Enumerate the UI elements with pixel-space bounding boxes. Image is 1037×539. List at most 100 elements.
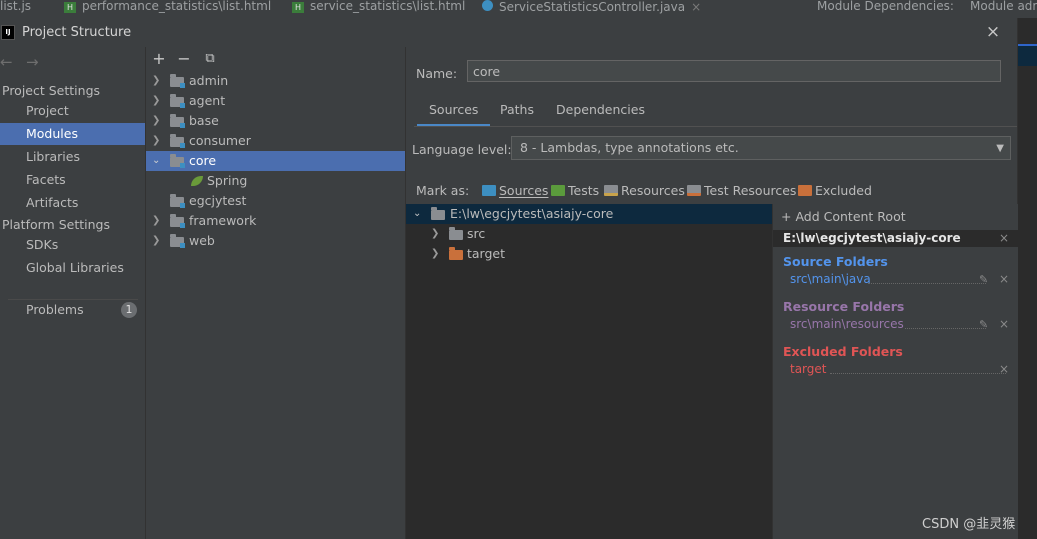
tab-paths[interactable]: Paths xyxy=(488,94,546,126)
mark-as-excluded-button[interactable]: Excluded xyxy=(798,183,872,198)
mark-label: Sources xyxy=(499,183,549,198)
close-icon[interactable]: × xyxy=(471,0,472,13)
tests-folder-icon xyxy=(551,185,565,196)
source-folder-path: src\main\java xyxy=(790,272,1000,286)
module-name-input[interactable] xyxy=(467,60,1001,82)
mark-label: Excluded xyxy=(815,183,872,198)
mark-as-resources-button[interactable]: Resources xyxy=(604,183,685,198)
tab-dependencies[interactable]: Dependencies xyxy=(544,94,657,126)
excluded-folders-title: Excluded Folders xyxy=(783,344,903,359)
nav-item-sdks[interactable]: SDKs xyxy=(0,234,145,256)
excluded-folder-icon xyxy=(449,247,463,260)
bg-tab-controller-java[interactable]: ServiceStatisticsController.java × xyxy=(482,0,722,18)
tab-sources[interactable]: Sources xyxy=(417,94,491,127)
bg-tab-label: service_statistics\list.html xyxy=(310,0,466,13)
mark-as-test-resources-button[interactable]: Test Resources xyxy=(687,183,796,198)
facet-row-spring[interactable]: Spring xyxy=(146,171,405,191)
dotted-leader xyxy=(868,282,986,284)
content-root-tree: ⌄ E:\lw\egcjytest\asiajy-core ❯ src ❯ ta… xyxy=(406,204,772,539)
nav-item-modules[interactable]: Modules xyxy=(0,123,145,145)
folder-icon xyxy=(431,207,445,220)
nav-item-global-libraries[interactable]: Global Libraries xyxy=(0,257,145,279)
chevron-right-icon[interactable]: ❯ xyxy=(431,224,441,244)
tab-strip-divider xyxy=(414,126,1017,127)
mark-label: Tests xyxy=(568,183,600,198)
add-module-button[interactable]: + xyxy=(152,51,166,67)
remove-folder-icon[interactable]: × xyxy=(999,317,1009,331)
module-row-consumer[interactable]: ❯ consumer xyxy=(146,131,405,151)
dotted-leader xyxy=(830,372,1006,374)
copy-module-button[interactable]: ⧉ xyxy=(203,51,217,67)
remove-module-button[interactable]: − xyxy=(177,51,191,67)
module-tree-panel: + − ⧉ ❯ admin ❯ agent ❯ base ❯ consumer … xyxy=(146,47,406,539)
source-folders-title: Source Folders xyxy=(783,254,888,269)
nav-item-artifacts[interactable]: Artifacts xyxy=(0,192,145,214)
platform-settings-header: Platform Settings xyxy=(2,217,110,232)
module-row-base[interactable]: ❯ base xyxy=(146,111,405,131)
module-label: agent xyxy=(189,93,226,108)
module-row-framework[interactable]: ❯ framework xyxy=(146,211,405,231)
module-row-web[interactable]: ❯ web xyxy=(146,231,405,251)
resources-folder-icon xyxy=(604,185,618,196)
watermark-text: CSDN @韭灵猴 xyxy=(922,517,1016,532)
chevron-right-icon[interactable]: ❯ xyxy=(431,244,441,264)
chevron-right-icon[interactable]: ❯ xyxy=(152,71,162,91)
dotted-leader xyxy=(905,327,986,329)
module-label: web xyxy=(189,233,215,248)
chevron-right-icon[interactable]: ❯ xyxy=(152,231,162,251)
nav-item-project[interactable]: Project xyxy=(0,100,145,122)
bg-tab-service-list[interactable]: Hservice_statistics\list.html × xyxy=(292,0,472,18)
mark-as-sources-button[interactable]: Sources xyxy=(482,183,548,198)
content-root-path: E:\lw\egcjytest\asiajy-core xyxy=(450,206,614,221)
tree-label: src xyxy=(467,226,486,241)
dialog-close-button[interactable]: × xyxy=(984,22,1002,42)
chevron-down-icon[interactable]: ⌄ xyxy=(152,151,162,171)
tree-row-target[interactable]: ❯ target xyxy=(406,244,772,264)
module-row-admin[interactable]: ❯ admin xyxy=(146,71,405,91)
chevron-right-icon[interactable]: ❯ xyxy=(152,91,162,111)
nav-item-libraries[interactable]: Libraries xyxy=(0,146,145,168)
module-folder-icon xyxy=(170,154,185,168)
bg-tab-label: list.js xyxy=(0,0,32,13)
chevron-right-icon[interactable]: ❯ xyxy=(152,131,162,151)
folder-path-text: target xyxy=(790,362,827,376)
dialog-title: Project Structure xyxy=(22,25,132,40)
back-arrow-icon[interactable]: ← xyxy=(0,53,13,71)
mark-as-label: Mark as: xyxy=(416,183,470,198)
nav-item-facets[interactable]: Facets xyxy=(0,169,145,191)
module-folder-icon xyxy=(170,234,185,248)
content-root-row[interactable]: ⌄ E:\lw\egcjytest\asiajy-core xyxy=(406,204,772,224)
remove-folder-icon[interactable]: × xyxy=(999,362,1009,376)
folder-path-text: src\main\java xyxy=(790,272,871,286)
remove-folder-icon[interactable]: × xyxy=(999,272,1009,286)
edit-pencil-icon[interactable]: ✎ xyxy=(979,318,988,331)
language-level-select[interactable]: 8 - Lambdas, type annotations etc. ▼ xyxy=(511,136,1011,160)
remove-root-icon[interactable]: × xyxy=(999,231,1009,245)
excluded-folder-icon xyxy=(798,185,812,196)
bg-tab-performance-list[interactable]: Hperformance_statistics\list.html× xyxy=(64,0,274,18)
module-folder-icon xyxy=(170,74,185,88)
module-label: egcjytest xyxy=(189,193,247,208)
module-label: core xyxy=(189,153,217,168)
mark-as-tests-button[interactable]: Tests xyxy=(551,183,599,198)
html-file-icon: H xyxy=(64,2,76,13)
tree-row-src[interactable]: ❯ src xyxy=(406,224,772,244)
project-structure-dialog: IJ Project Structure × ← → Project Setti… xyxy=(0,18,1018,539)
module-row-core[interactable]: ⌄ core xyxy=(146,151,405,171)
chevron-right-icon[interactable]: ❯ xyxy=(152,111,162,131)
add-content-root-button[interactable]: + Add Content Root xyxy=(781,209,906,224)
close-icon[interactable]: × xyxy=(691,0,701,14)
language-level-value: 8 - Lambdas, type annotations etc. xyxy=(520,140,739,155)
dropdown-arrow-icon: ▼ xyxy=(996,143,1004,154)
bg-tab-label: Module Dependencies: xyxy=(817,0,954,13)
forward-arrow-icon[interactable]: → xyxy=(26,53,39,71)
chevron-right-icon[interactable]: ❯ xyxy=(152,211,162,231)
module-row-egcjytest[interactable]: egcjytest xyxy=(146,191,405,211)
edit-pencil-icon[interactable]: ✎ xyxy=(979,273,988,286)
chevron-down-icon[interactable]: ⌄ xyxy=(413,204,423,224)
background-editor-edge xyxy=(1017,18,1037,539)
module-row-agent[interactable]: ❯ agent xyxy=(146,91,405,111)
summary-root-path: E:\lw\egcjytest\asiajy-core xyxy=(783,231,961,245)
bg-tab-list-js[interactable]: list.js xyxy=(0,0,50,18)
excluded-folder-path: target xyxy=(790,362,1006,376)
